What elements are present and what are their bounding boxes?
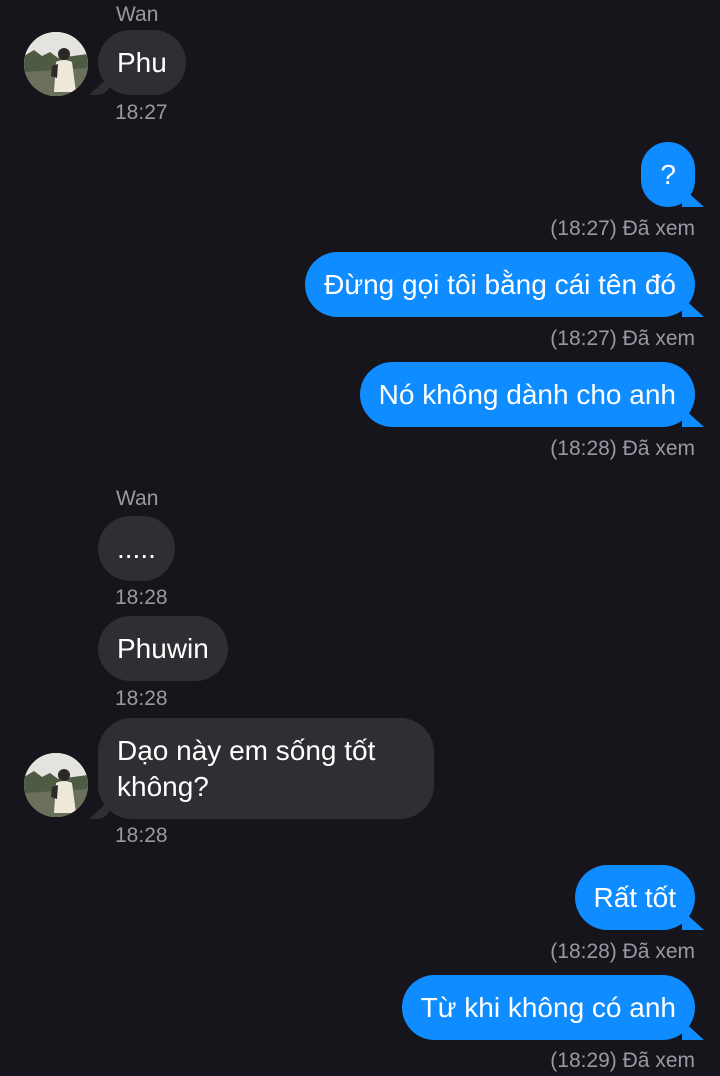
contact-avatar[interactable] xyxy=(24,32,88,96)
avatar-photo-icon xyxy=(24,753,88,817)
message-time: 18:28 xyxy=(115,687,168,710)
incoming-message-bubble[interactable]: ..... xyxy=(98,516,175,581)
message-time: 18:27 xyxy=(115,101,168,124)
outgoing-message-bubble[interactable]: Từ khi không có anh xyxy=(401,975,695,1040)
seen-status: (18:29) Đã xem xyxy=(550,1049,695,1072)
seen-status: (18:28) Đã xem xyxy=(550,940,695,963)
seen-status: (18:28) Đã xem xyxy=(550,437,695,460)
avatar-photo-icon xyxy=(24,32,88,96)
message-time: 18:28 xyxy=(115,586,168,609)
seen-status: (18:27) Đã xem xyxy=(550,327,695,350)
incoming-message-bubble[interactable]: Phuwin xyxy=(98,616,228,681)
outgoing-message-bubble[interactable]: Đừng gọi tôi bằng cái tên đó xyxy=(305,252,695,317)
sender-name: Wan xyxy=(116,487,159,510)
chat-thread[interactable]: Wan Phu 18:27 ? (18:27) Đã xem Đừng gọi … xyxy=(0,0,720,1076)
incoming-message-bubble[interactable]: Dạo này em sống tốt không? xyxy=(98,718,434,819)
seen-status: (18:27) Đã xem xyxy=(550,217,695,240)
outgoing-message-bubble[interactable]: Nó không dành cho anh xyxy=(359,362,695,427)
sender-name: Wan xyxy=(116,3,159,26)
outgoing-message-bubble[interactable]: Rất tốt xyxy=(574,865,695,930)
outgoing-message-bubble[interactable]: ? xyxy=(641,142,695,207)
incoming-message-bubble[interactable]: Phu xyxy=(98,30,186,95)
message-time: 18:28 xyxy=(115,824,168,847)
contact-avatar[interactable] xyxy=(24,753,88,817)
